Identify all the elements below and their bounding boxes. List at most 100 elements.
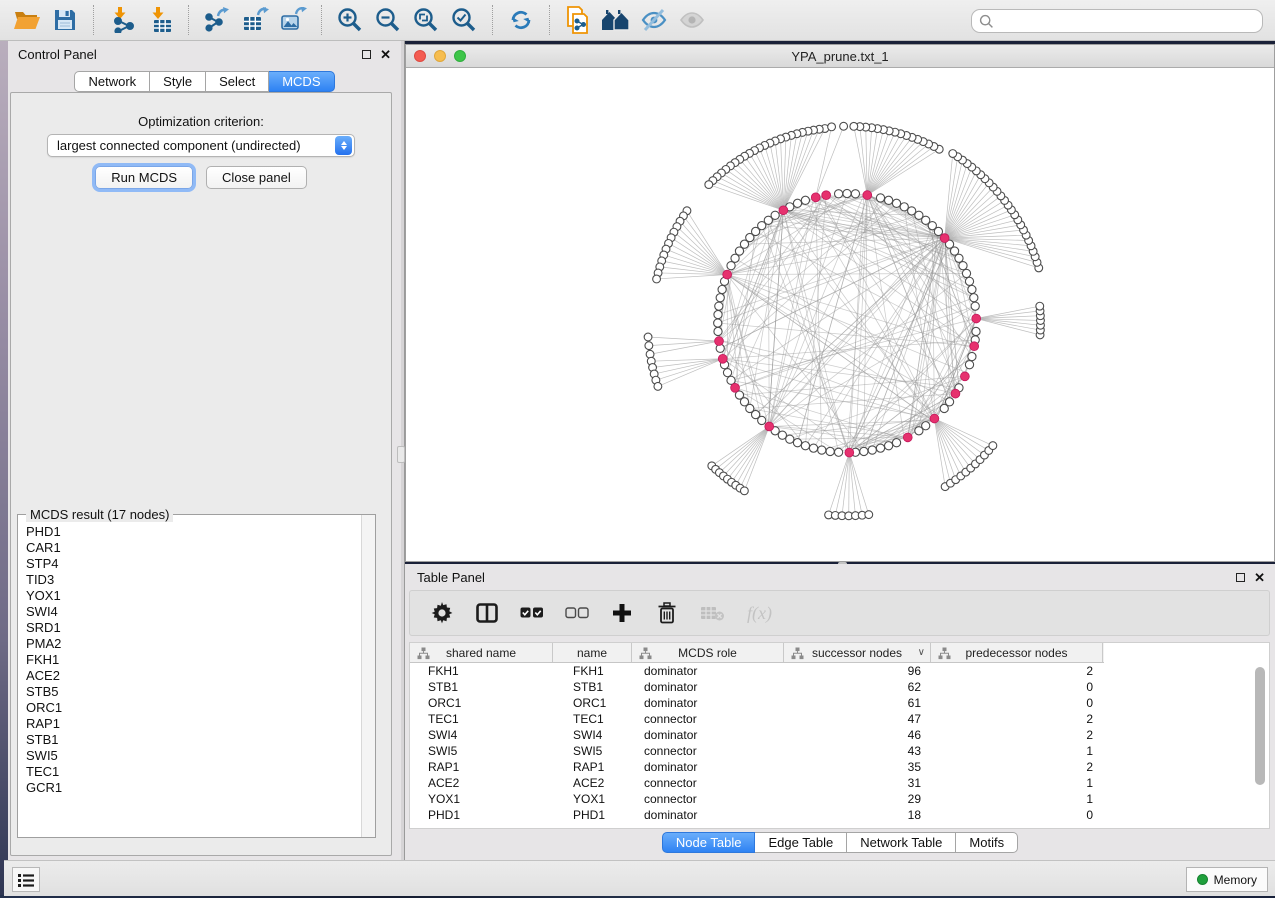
cell-MCDS-role[interactable]: dominator (632, 760, 784, 774)
hide-view-button[interactable] (635, 3, 673, 37)
ring-node[interactable] (962, 269, 970, 277)
ring-node[interactable] (968, 285, 976, 293)
cell-shared-name[interactable]: TEC1 (410, 712, 553, 726)
mcds-result-node[interactable]: SWI4 (26, 604, 360, 620)
column-header-shared-name[interactable]: shared name (410, 643, 553, 662)
ring-node[interactable] (868, 446, 876, 454)
float-table-panel-icon[interactable] (1236, 573, 1245, 582)
cell-shared-name[interactable]: SWI4 (410, 728, 553, 742)
dominator-node[interactable] (903, 433, 912, 442)
ring-node[interactable] (818, 446, 826, 454)
ring-node[interactable] (723, 369, 731, 377)
dominator-node[interactable] (960, 372, 969, 381)
cell-predecessor-nodes[interactable]: 2 (931, 712, 1103, 726)
table-row[interactable]: STB1STB1dominator620 (410, 679, 1269, 695)
leaf-node[interactable] (705, 181, 713, 189)
ring-node[interactable] (714, 319, 722, 327)
dominator-node[interactable] (930, 414, 939, 423)
table-row[interactable]: PHD1PHD1dominator180 (410, 807, 1269, 823)
ring-node[interactable] (972, 327, 980, 335)
memory-button[interactable]: Memory (1186, 867, 1268, 892)
dominator-node[interactable] (940, 234, 949, 243)
ring-node[interactable] (959, 262, 967, 270)
leaf-node[interactable] (828, 123, 836, 131)
dominator-node[interactable] (779, 206, 788, 215)
cell-name[interactable]: YOX1 (553, 792, 632, 806)
search-box[interactable] (971, 9, 1263, 33)
network-window-titlebar[interactable]: YPA_prune.txt_1 (406, 45, 1274, 68)
mcds-result-node[interactable]: SRD1 (26, 620, 360, 636)
ring-node[interactable] (834, 448, 842, 456)
ring-node[interactable] (968, 352, 976, 360)
cell-predecessor-nodes[interactable]: 0 (931, 680, 1103, 694)
ring-node[interactable] (922, 422, 930, 430)
ring-node[interactable] (714, 327, 722, 335)
mcds-result-node[interactable]: STB5 (26, 684, 360, 700)
open-session-button[interactable] (8, 3, 46, 37)
table-row[interactable]: RAP1RAP1dominator352 (410, 759, 1269, 775)
export-table-button[interactable] (236, 3, 274, 37)
ring-node[interactable] (834, 190, 842, 198)
cell-predecessor-nodes[interactable]: 1 (931, 776, 1103, 790)
criterion-dropdown[interactable]: largest connected component (undirected) (47, 134, 355, 157)
cell-MCDS-role[interactable]: connector (632, 776, 784, 790)
tab-network-table[interactable]: Network Table (847, 832, 956, 853)
dominator-node[interactable] (723, 270, 732, 279)
table-row[interactable]: SWI5SWI5connector431 (410, 743, 1269, 759)
dominator-node[interactable] (811, 193, 820, 202)
cell-name[interactable]: FKH1 (553, 664, 632, 678)
float-panel-icon[interactable] (362, 50, 371, 59)
cell-MCDS-role[interactable]: dominator (632, 808, 784, 822)
show-networks-button[interactable] (597, 3, 635, 37)
zoom-in-button[interactable] (331, 3, 369, 37)
open-network-button[interactable] (559, 3, 597, 37)
mcds-result-node[interactable]: TID3 (26, 572, 360, 588)
close-panel-button[interactable]: Close panel (206, 166, 307, 189)
automation-panel-button[interactable] (12, 867, 40, 892)
ring-node[interactable] (793, 439, 801, 447)
ring-node[interactable] (965, 277, 973, 285)
cell-predecessor-nodes[interactable]: 2 (931, 664, 1103, 678)
cell-predecessor-nodes[interactable]: 2 (931, 728, 1103, 742)
cell-successor-nodes[interactable]: 46 (784, 728, 931, 742)
cell-MCDS-role[interactable]: dominator (632, 664, 784, 678)
column-header-successor-nodes[interactable]: successor nodes∨ (784, 643, 931, 662)
cell-name[interactable]: ORC1 (553, 696, 632, 710)
cell-name[interactable]: SWI5 (553, 744, 632, 758)
mcds-result-list[interactable]: PHD1CAR1STP4TID3YOX1SWI4SRD1PMA2FKH1ACE2… (19, 518, 360, 836)
cell-predecessor-nodes[interactable]: 0 (931, 808, 1103, 822)
mcds-result-node[interactable]: RAP1 (26, 716, 360, 732)
cell-name[interactable]: ACE2 (553, 776, 632, 790)
cell-shared-name[interactable]: PHD1 (410, 808, 553, 822)
mcds-result-node[interactable]: TEC1 (26, 764, 360, 780)
cell-shared-name[interactable]: STB1 (410, 680, 553, 694)
mcds-result-node[interactable]: PMA2 (26, 636, 360, 652)
cell-successor-nodes[interactable]: 31 (784, 776, 931, 790)
table-settings-button[interactable] (430, 599, 454, 627)
cell-name[interactable]: RAP1 (553, 760, 632, 774)
ring-node[interactable] (758, 416, 766, 424)
cell-successor-nodes[interactable]: 18 (784, 808, 931, 822)
add-column-button[interactable] (610, 599, 634, 627)
dominator-node[interactable] (715, 337, 724, 346)
column-header-name[interactable]: name (553, 643, 632, 662)
search-input[interactable] (994, 12, 1262, 30)
leaf-node[interactable] (865, 511, 873, 519)
import-table-from-file-button[interactable] (141, 3, 179, 37)
cell-shared-name[interactable]: SWI5 (410, 744, 553, 758)
cell-successor-nodes[interactable]: 29 (784, 792, 931, 806)
leaf-node[interactable] (989, 442, 997, 450)
zoom-selected-button[interactable] (445, 3, 483, 37)
table-row[interactable]: SWI4SWI4dominator462 (410, 727, 1269, 743)
cell-MCDS-role[interactable]: dominator (632, 696, 784, 710)
ring-node[interactable] (908, 207, 916, 215)
tab-edge-table[interactable]: Edge Table (755, 832, 847, 853)
table-scrollbar-thumb[interactable] (1255, 667, 1265, 785)
tab-network[interactable]: Network (74, 71, 150, 92)
mcds-result-node[interactable]: ACE2 (26, 668, 360, 684)
cell-MCDS-role[interactable]: connector (632, 712, 784, 726)
dominator-node[interactable] (731, 383, 740, 392)
ring-node[interactable] (731, 254, 739, 262)
dominator-node[interactable] (972, 314, 981, 323)
ring-node[interactable] (843, 189, 851, 197)
